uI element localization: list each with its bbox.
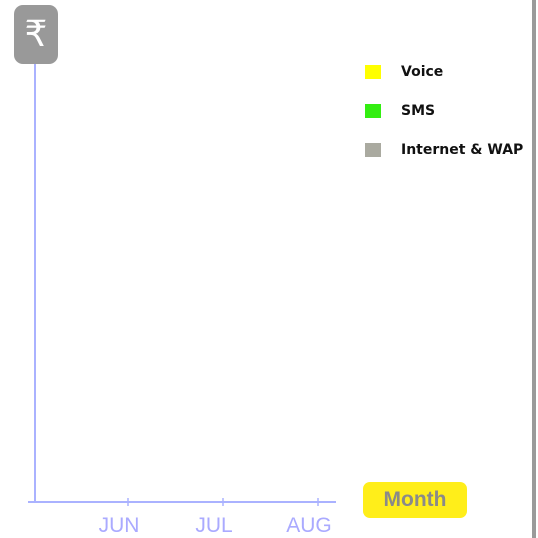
legend-label-internet: Internet & WAP <box>401 142 524 158</box>
month-axis-badge: Month <box>363 482 467 518</box>
legend-item-sms: SMS <box>365 101 523 121</box>
x-axis-tick-labels: JUN JUL AUG <box>99 514 332 537</box>
x-tick-label-aug: AUG <box>286 514 332 537</box>
legend: Voice SMS Internet & WAP <box>365 62 523 179</box>
legend-swatch-voice <box>365 65 381 79</box>
legend-item-voice: Voice <box>365 62 523 82</box>
legend-swatch-internet <box>365 143 381 157</box>
legend-swatch-sms <box>365 104 381 118</box>
legend-label-sms: SMS <box>401 103 436 119</box>
x-tick-label-jul: JUL <box>195 514 232 537</box>
legend-item-internet: Internet & WAP <box>365 140 523 160</box>
legend-label-voice: Voice <box>401 64 444 80</box>
x-tick-label-jun: JUN <box>99 514 140 537</box>
right-divider <box>532 0 536 538</box>
